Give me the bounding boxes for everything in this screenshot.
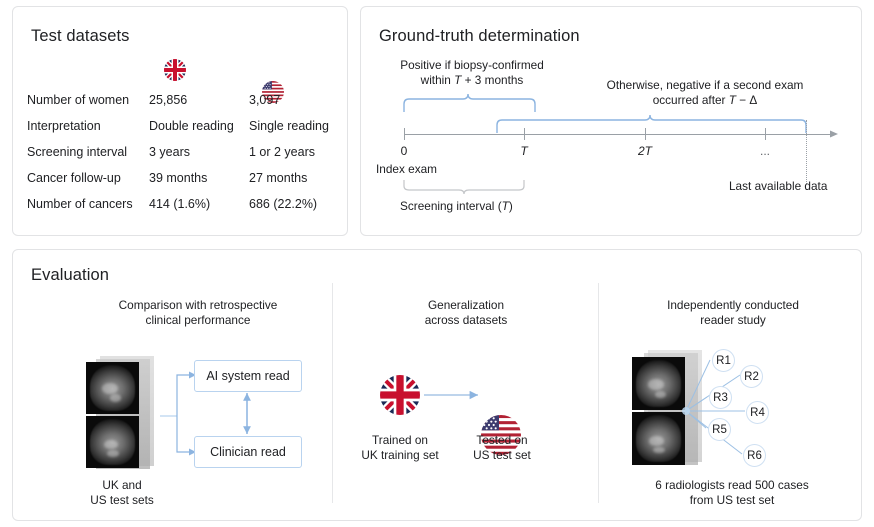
- reader-badge-r4-label: R4: [750, 407, 765, 419]
- reader-badge-r4: R4: [746, 401, 769, 424]
- eval-caption-reader-line2: from US test set: [690, 493, 775, 507]
- reader-badge-r6: R6: [743, 444, 766, 467]
- reader-badge-r1: R1: [712, 349, 735, 372]
- eval-caption-reader-line1: 6 radiologists read 500 cases: [655, 478, 808, 492]
- reader-badge-r5-label: R5: [712, 424, 727, 436]
- reader-badge-r2: R2: [740, 365, 763, 388]
- reader-badge-r3: R3: [709, 386, 732, 409]
- reader-badge-r6-label: R6: [747, 450, 762, 462]
- reader-fan-lines: [0, 0, 874, 527]
- eval-caption-reader-study: 6 radiologists read 500 cases from US te…: [608, 478, 856, 508]
- reader-badge-r3-label: R3: [713, 392, 728, 404]
- reader-badge-r1-label: R1: [716, 355, 731, 367]
- reader-fan-origin: [682, 407, 690, 415]
- reader-badge-r5: R5: [708, 418, 731, 441]
- reader-badge-r2-label: R2: [744, 371, 759, 383]
